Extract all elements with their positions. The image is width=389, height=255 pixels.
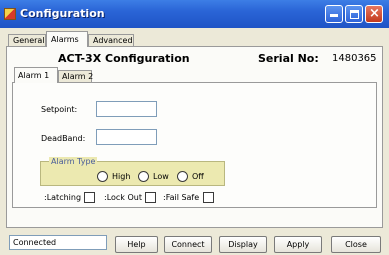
tab-alarm-1[interactable]: Alarm 1 bbox=[14, 67, 58, 83]
failsafe-label: :Fail Safe bbox=[163, 193, 200, 202]
alarm-1-page bbox=[12, 82, 377, 208]
connect-button[interactable]: Connect bbox=[164, 236, 212, 253]
alarm-low-radio[interactable] bbox=[138, 171, 149, 182]
maximize-button[interactable] bbox=[345, 5, 363, 23]
apply-button[interactable]: Apply bbox=[274, 236, 322, 253]
alarm-off-radio[interactable] bbox=[177, 171, 188, 182]
failsafe-checkbox[interactable] bbox=[203, 192, 214, 203]
tab-alarms[interactable]: Alarms bbox=[46, 31, 88, 47]
help-button[interactable]: Help bbox=[115, 236, 158, 253]
deadband-label: DeadBand: bbox=[41, 134, 86, 143]
maximize-icon bbox=[350, 10, 359, 19]
minimize-icon bbox=[330, 14, 338, 17]
alarm-high-radio[interactable] bbox=[97, 171, 108, 182]
close-button[interactable]: Close bbox=[331, 236, 381, 253]
connection-status: Connected bbox=[9, 235, 107, 250]
page-title: ACT-3X Configuration bbox=[58, 52, 190, 65]
lockout-label: :Lock Out bbox=[104, 193, 142, 202]
app-icon bbox=[4, 8, 16, 20]
window-title: Configuration bbox=[20, 7, 105, 20]
serial-label: Serial No: bbox=[258, 52, 319, 65]
minimize-button[interactable] bbox=[325, 5, 343, 23]
display-button[interactable]: Display bbox=[219, 236, 267, 253]
configuration-window: Configuration × General Alarms Advanced … bbox=[0, 0, 389, 255]
close-icon: × bbox=[369, 6, 380, 21]
deadband-input[interactable] bbox=[96, 129, 157, 145]
lockout-checkbox[interactable] bbox=[145, 192, 156, 203]
serial-value: 1480365 bbox=[332, 53, 377, 64]
setpoint-input[interactable] bbox=[96, 101, 157, 117]
latching-checkbox[interactable] bbox=[84, 192, 95, 203]
alarm-off-label: Off bbox=[192, 172, 204, 181]
close-window-button[interactable]: × bbox=[365, 5, 383, 23]
setpoint-label: Setpoint: bbox=[41, 105, 78, 114]
latching-label: :Latching bbox=[44, 193, 82, 202]
alarm-high-label: High bbox=[112, 172, 131, 181]
title-bar[interactable]: Configuration × bbox=[0, 0, 389, 28]
alarm-type-caption: Alarm Type bbox=[49, 157, 98, 166]
alarm-low-label: Low bbox=[153, 172, 169, 181]
